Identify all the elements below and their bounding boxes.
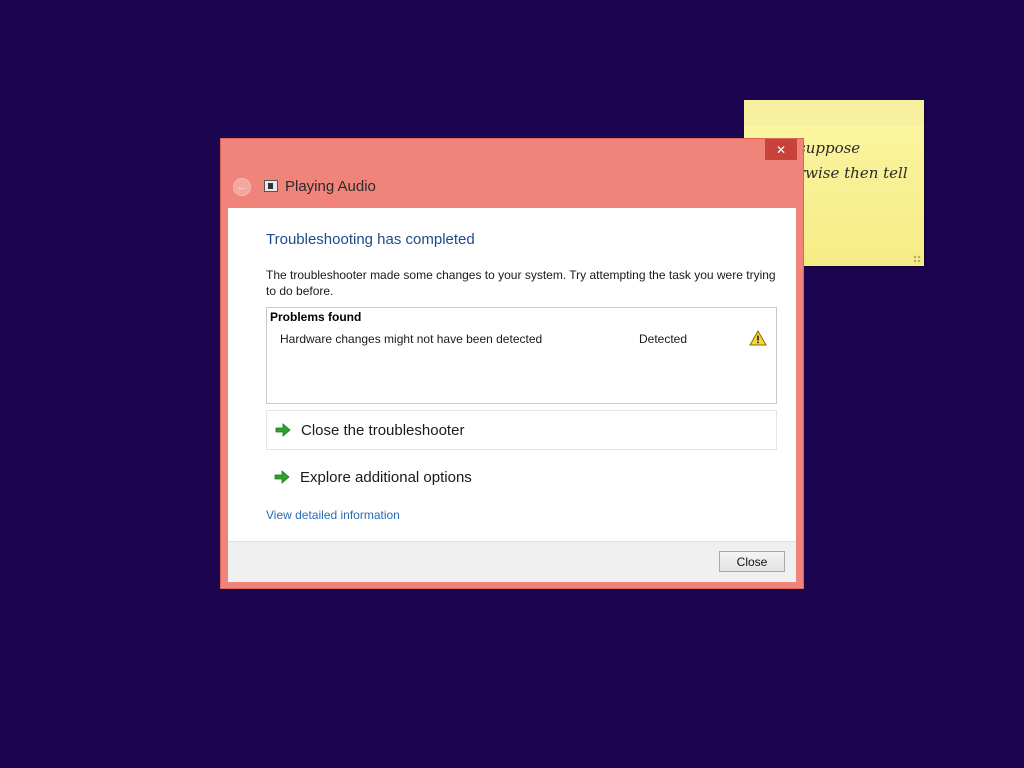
back-arrow-icon[interactable]: ← [233,178,251,196]
window-close-button[interactable]: ✕ [765,139,797,160]
sticky-note-titlebar[interactable] [744,100,924,126]
option-label: Explore additional options [300,468,472,486]
green-arrow-icon [275,423,291,437]
option-label: Close the troubleshooter [301,421,465,439]
green-arrow-icon [274,470,290,484]
problem-description: Hardware changes might not have been det… [280,332,543,346]
explore-options-option[interactable]: Explore additional options [266,457,777,497]
problems-found-header: Problems found [270,310,362,324]
problem-status: Detected [639,332,688,346]
page-heading: Troubleshooting has completed [266,231,475,248]
view-detailed-information-link[interactable]: View detailed information [266,508,400,522]
resize-grip-icon[interactable] [913,255,921,263]
troubleshooter-app-icon [264,180,278,192]
warning-icon [749,330,767,346]
window-title: Playing Audio [285,178,376,195]
close-button[interactable]: Close [719,551,785,572]
troubleshooter-window: ✕ ← Playing Audio Troubleshooting has co… [220,138,804,589]
problems-found-box: Problems found Hardware changes might no… [266,307,777,404]
dialog-footer: Close [228,541,796,582]
content-panel: Troubleshooting has completed The troubl… [228,208,796,582]
result-description: The troubleshooter made some changes to … [266,268,776,298]
close-troubleshooter-option[interactable]: Close the troubleshooter [266,410,777,450]
sticky-note-text[interactable]: suppose rwise then tell [798,136,908,186]
